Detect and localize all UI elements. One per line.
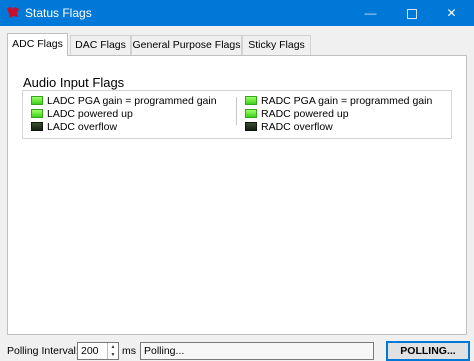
divider	[236, 97, 237, 125]
status-field: Polling...	[140, 342, 374, 360]
tab-sticky-flags[interactable]: Sticky Flags	[242, 35, 311, 55]
flag-label: LADC powered up	[47, 108, 133, 120]
title-bar[interactable]: Status Flags — ✕	[0, 0, 474, 26]
flag-ladc-pga-gain: LADC PGA gain = programmed gain	[31, 95, 217, 108]
tab-adc-flags[interactable]: ADC Flags	[7, 33, 68, 56]
flag-ladc-powered-up: LADC powered up	[31, 108, 133, 121]
group-title: Audio Input Flags	[23, 75, 125, 90]
adc-flags-panel: Audio Input Flags LADC PGA gain = progra…	[7, 55, 467, 335]
flag-radc-overflow: RADC overflow	[245, 121, 333, 134]
polling-interval-input[interactable]: 200 ▲ ▼	[77, 342, 119, 360]
window-client: ADC Flags DAC Flags General Purpose Flag…	[0, 26, 474, 341]
polling-interval-value: 200	[81, 345, 99, 357]
status-bar: Polling Interval: 200 ▲ ▼ ms Polling... P…	[0, 341, 474, 361]
spinner-arrows-icon[interactable]: ▲ ▼	[107, 343, 118, 359]
tab-dac-flags[interactable]: DAC Flags	[70, 35, 131, 55]
led-on-icon	[245, 108, 257, 118]
led-on-icon	[31, 108, 43, 118]
led-on-icon	[245, 95, 257, 105]
unit-label: ms	[122, 345, 136, 357]
flag-radc-powered-up: RADC powered up	[245, 108, 349, 121]
maximize-button[interactable]	[389, 0, 434, 26]
flag-ladc-overflow: LADC overflow	[31, 121, 117, 134]
polling-button[interactable]: POLLING...	[386, 341, 470, 361]
led-on-icon	[31, 95, 43, 105]
status-text: Polling...	[144, 345, 185, 357]
flag-label: LADC PGA gain = programmed gain	[47, 95, 217, 107]
flag-label: RADC overflow	[261, 121, 333, 133]
window-title: Status Flags	[25, 6, 92, 20]
polling-interval-label: Polling Interval:	[7, 345, 79, 357]
flag-label: RADC PGA gain = programmed gain	[261, 95, 433, 107]
close-icon: ✕	[446, 6, 457, 20]
led-off-icon	[245, 121, 257, 131]
flag-label: LADC overflow	[47, 121, 118, 133]
flag-radc-pga-gain: RADC PGA gain = programmed gain	[245, 95, 432, 108]
audio-input-flags-group: LADC PGA gain = programmed gain LADC pow…	[22, 90, 452, 139]
close-button[interactable]: ✕	[429, 0, 474, 26]
flag-label: RADC powered up	[261, 108, 349, 120]
minimize-icon: —	[364, 6, 377, 20]
maximize-icon	[406, 8, 417, 19]
app-logo-icon	[7, 7, 19, 18]
led-off-icon	[31, 121, 43, 131]
tab-general-purpose-flags[interactable]: General Purpose Flags	[131, 35, 242, 55]
minimize-button[interactable]: —	[348, 0, 393, 26]
